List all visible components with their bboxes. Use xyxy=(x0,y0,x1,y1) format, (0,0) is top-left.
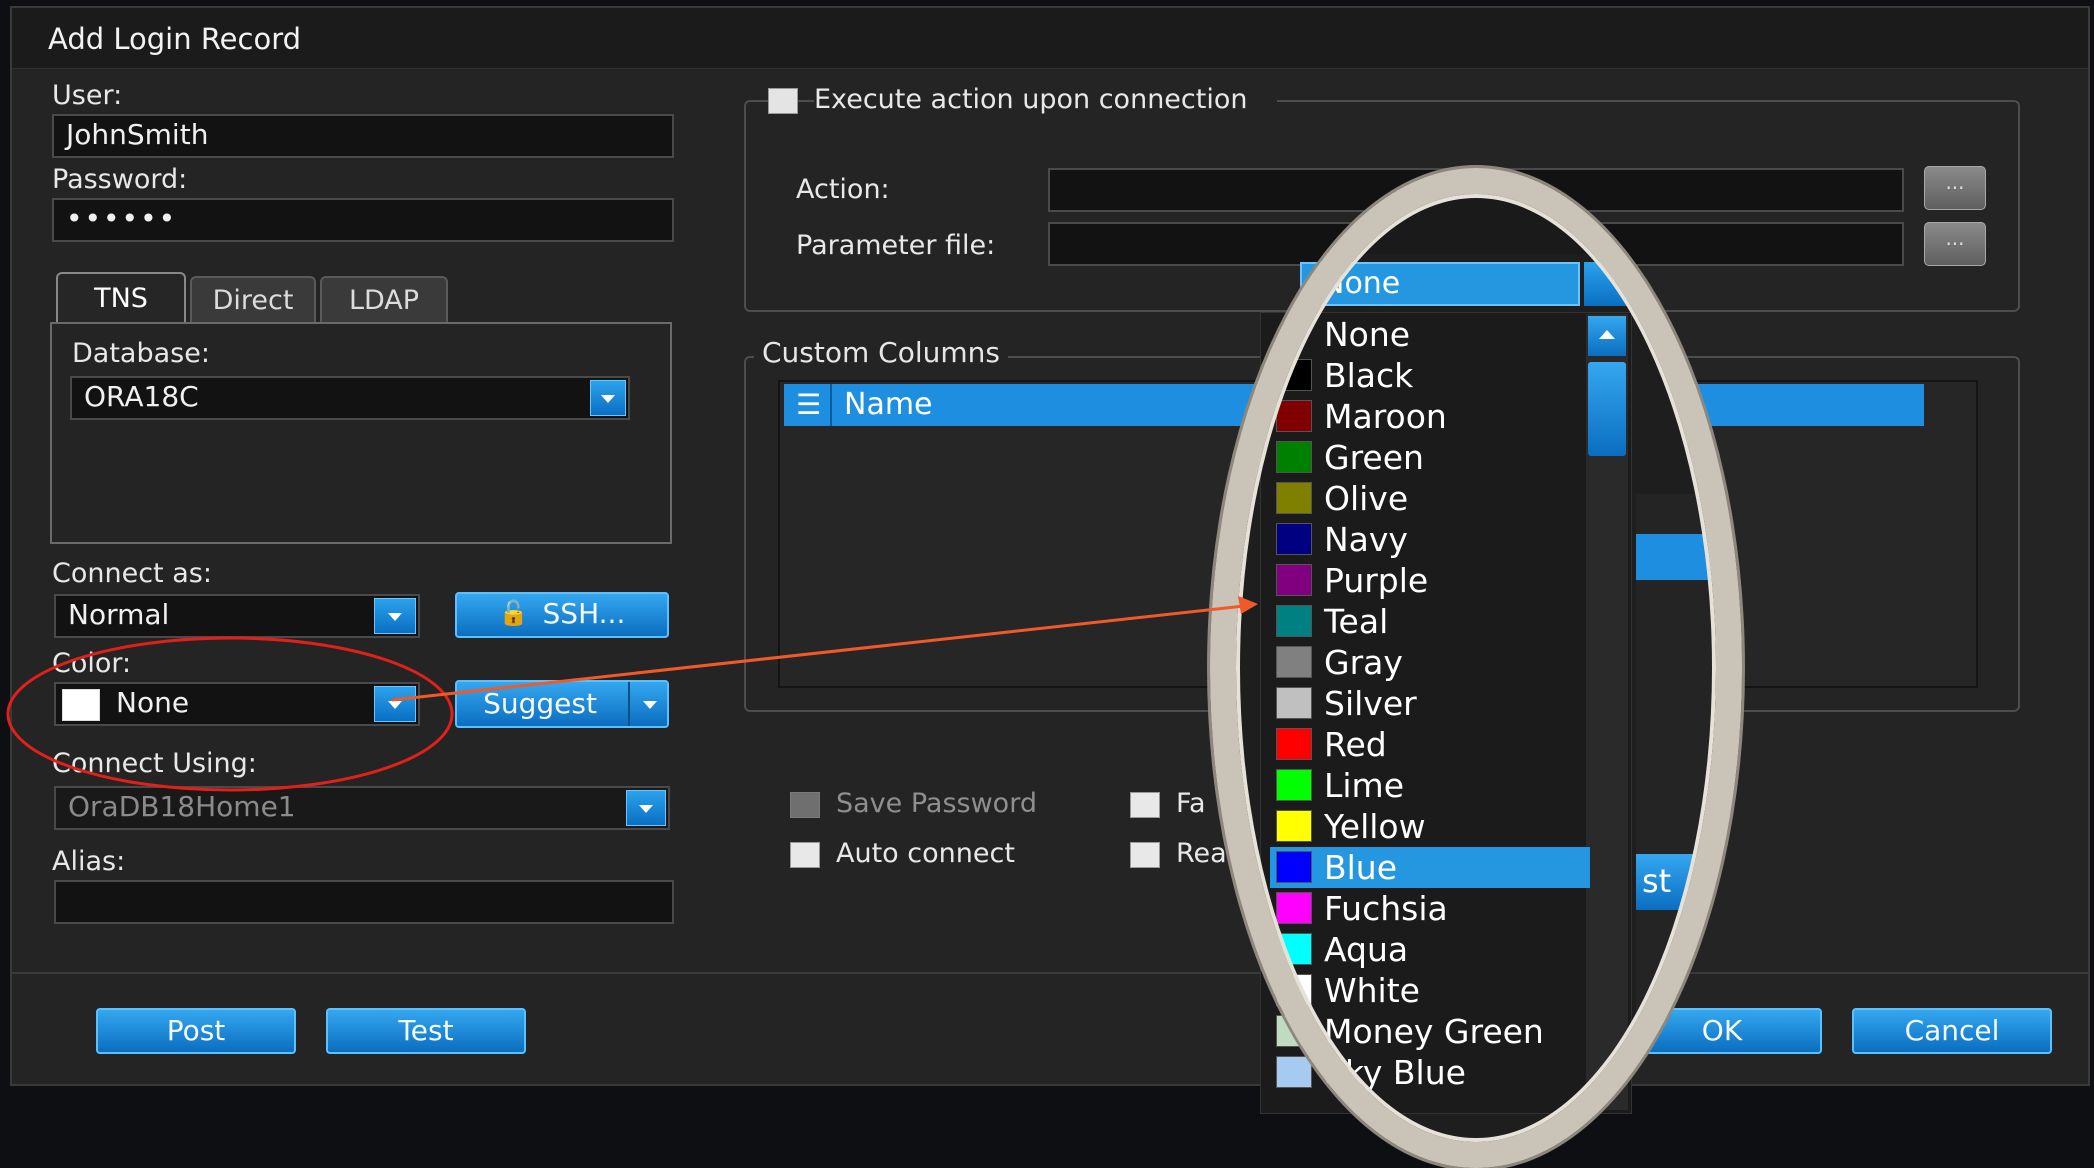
annotation-arrowhead xyxy=(1238,596,1258,614)
annotation-arrow-line xyxy=(391,604,1245,702)
annotation-ellipse xyxy=(6,636,454,792)
annotation-layer xyxy=(6,596,1258,792)
